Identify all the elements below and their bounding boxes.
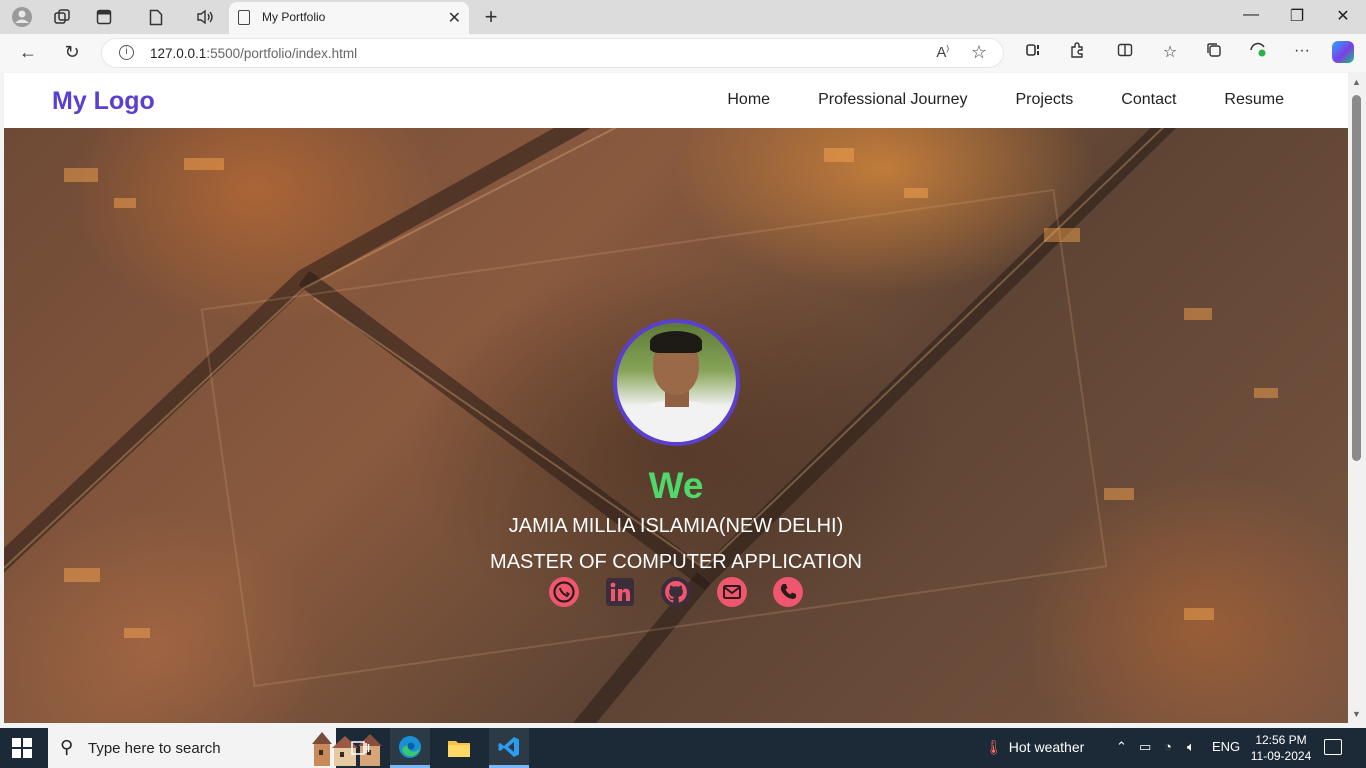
search-placeholder: Type here to search xyxy=(88,740,221,757)
copilot-icon[interactable] xyxy=(1332,41,1354,63)
nav-resume[interactable]: Resume xyxy=(1224,91,1284,109)
whatsapp-icon[interactable] xyxy=(548,576,580,608)
split-screen-icon[interactable] xyxy=(1113,42,1137,63)
hero-name: We xyxy=(648,465,704,506)
email-icon[interactable] xyxy=(716,576,748,608)
hero-university: JAMIA MILLIA ISLAMIA(NEW DELHI) xyxy=(508,515,844,537)
site-logo[interactable]: My Logo xyxy=(52,87,155,116)
collections-icon[interactable] xyxy=(1202,42,1226,63)
nav-contact[interactable]: Contact xyxy=(1121,91,1176,109)
tab-my-portfolio[interactable]: My Portfolio ✕ xyxy=(229,2,469,34)
social-links xyxy=(548,576,804,608)
weather-text: Hot weather xyxy=(1008,739,1085,755)
nav-links: Home Professional Journey Projects Conta… xyxy=(727,91,1284,109)
nav-projects[interactable]: Projects xyxy=(1015,91,1073,109)
close-tab-icon[interactable]: ✕ xyxy=(448,8,461,28)
vscode-icon[interactable] xyxy=(489,728,529,768)
github-icon[interactable] xyxy=(660,576,692,608)
favorites-icon[interactable]: ☆ xyxy=(1158,42,1182,62)
browser-performance-icon[interactable] xyxy=(1246,42,1270,63)
site-navbar: My Logo Home Professional Journey Projec… xyxy=(4,73,1348,128)
address-toolbar: ← ↻ i 127.0.0.1:5500/portfolio/index.htm… xyxy=(0,34,1366,72)
nav-home[interactable]: Home xyxy=(727,91,770,109)
favorite-star-icon[interactable]: ☆ xyxy=(971,42,987,63)
clock-date: 11-09-2024 xyxy=(1250,749,1312,763)
workspaces-icon[interactable] xyxy=(50,6,74,28)
url-path: :5500/portfolio/index.html xyxy=(206,46,358,61)
windows-taskbar: ⚲ Type here to search 🌡 Hot weather ⌃ ▭ ◔… xyxy=(0,728,1366,768)
notifications-icon[interactable] xyxy=(1324,739,1342,755)
search-icon: ⚲ xyxy=(60,737,74,757)
close-window-icon[interactable]: ✕ xyxy=(1328,6,1358,26)
battery-icon[interactable]: ▭ xyxy=(1139,739,1151,755)
url-host: 127.0.0.1 xyxy=(150,46,207,61)
scroll-up-icon[interactable]: ▲ xyxy=(1352,77,1361,87)
page-viewport: My Logo Home Professional Journey Projec… xyxy=(4,73,1348,723)
minimize-icon[interactable]: — xyxy=(1236,6,1266,24)
taskbar-search[interactable]: ⚲ Type here to search xyxy=(48,728,382,768)
weather-widget[interactable]: 🌡 Hot weather xyxy=(985,739,1084,756)
pinned-page-icon[interactable] xyxy=(144,6,168,28)
tab-title: My Portfolio xyxy=(262,10,326,24)
browser-tab-bar: My Portfolio ✕ + — ❐ ✕ xyxy=(0,0,1366,34)
new-tab-icon[interactable]: + xyxy=(480,4,502,30)
browser-essentials-icon[interactable] xyxy=(1021,42,1045,63)
volume-icon[interactable]: 🔈︎ xyxy=(1187,739,1195,755)
page-icon xyxy=(238,10,250,25)
url-text[interactable]: 127.0.0.1:5500/portfolio/index.html xyxy=(150,46,357,61)
settings-more-icon[interactable]: ··· xyxy=(1290,42,1314,60)
tab-actions-icon[interactable] xyxy=(92,6,116,28)
windows-start-icon[interactable] xyxy=(12,738,32,758)
file-explorer-icon[interactable] xyxy=(439,728,479,768)
profile-avatar xyxy=(613,319,740,446)
scroll-down-icon[interactable]: ▼ xyxy=(1352,709,1361,719)
hero-degree: MASTER OF COMPUTER APPLICATION xyxy=(490,551,862,573)
refresh-icon[interactable]: ↻ xyxy=(60,42,84,63)
address-bar[interactable]: i 127.0.0.1:5500/portfolio/index.html A)… xyxy=(101,38,1004,68)
profile-icon[interactable] xyxy=(10,6,34,28)
nav-professional-journey[interactable]: Professional Journey xyxy=(818,91,967,109)
task-view-icon[interactable] xyxy=(340,728,380,768)
scrollbar-thumb[interactable] xyxy=(1352,95,1361,461)
show-hidden-icons-icon[interactable]: ⌃ xyxy=(1116,739,1127,755)
clock-time: 12:56 PM xyxy=(1255,733,1307,747)
network-icon[interactable]: ◔ xyxy=(1164,739,1172,754)
taskbar-clock[interactable]: 12:56 PM 11-09-2024 xyxy=(1248,732,1314,764)
thermometer-icon: 🌡 xyxy=(985,739,1003,755)
linkedin-icon[interactable] xyxy=(604,576,636,608)
back-icon[interactable]: ← xyxy=(16,42,40,63)
audio-icon[interactable] xyxy=(193,6,217,28)
read-aloud-icon[interactable]: A) xyxy=(936,44,949,61)
extensions-icon[interactable] xyxy=(1065,42,1089,63)
language-indicator[interactable]: ENG xyxy=(1212,739,1240,754)
restore-icon[interactable]: ❐ xyxy=(1282,6,1312,26)
site-info-icon[interactable]: i xyxy=(119,45,134,60)
edge-taskbar-icon[interactable] xyxy=(390,728,430,768)
phone-icon[interactable] xyxy=(772,576,804,608)
page-scrollbar[interactable]: ▲ ▼ xyxy=(1348,73,1366,723)
hero-section: We JAMIA MILLIA ISLAMIA(NEW DELHI) MASTE… xyxy=(4,128,1348,723)
